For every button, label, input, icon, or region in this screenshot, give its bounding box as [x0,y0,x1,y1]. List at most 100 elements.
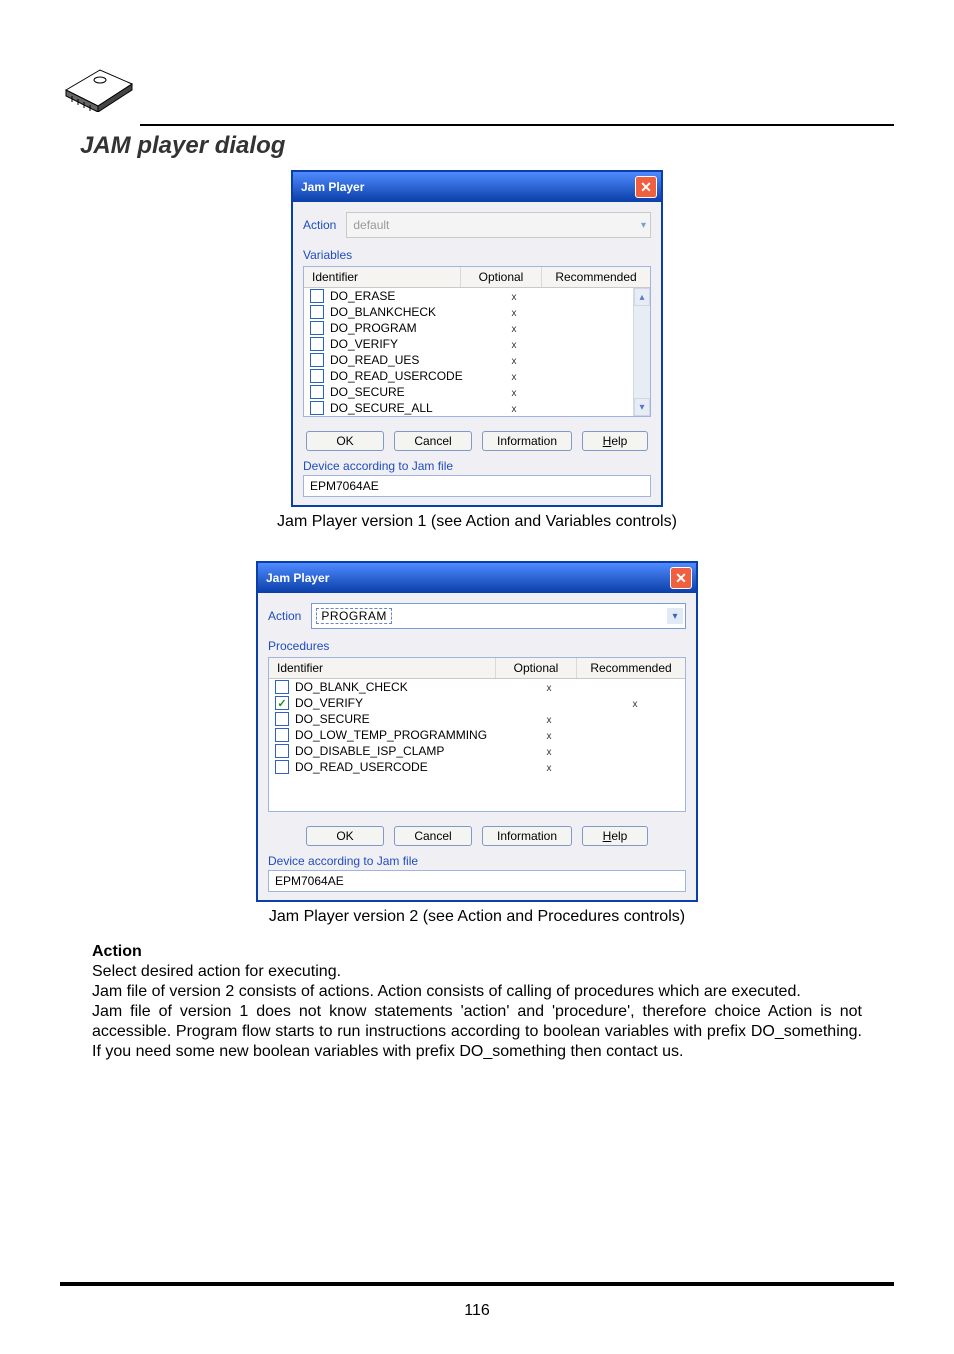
action-label: Action [268,609,301,623]
optional-mark: x [547,715,552,726]
list-item[interactable]: DO_BLANKCHECK x [304,304,650,320]
titlebar: Jam Player ✕ [258,563,696,593]
window-title: Jam Player [266,571,329,585]
optional-mark: x [547,747,552,758]
information-button[interactable]: Information [482,826,572,846]
close-icon: ✕ [675,570,687,587]
checkbox[interactable] [310,385,324,399]
identifier-text: DO_READ_USERCODE [330,369,463,383]
optional-mark: x [512,340,517,351]
list-item[interactable]: DO_SECUREx [304,384,650,400]
paragraph: Jam file of version 2 consists of action… [92,982,862,1002]
chip-icon [60,60,894,120]
list-header: Identifier Optional Recommended [304,267,650,288]
window-title: Jam Player [301,180,364,194]
device-field: EPM7064AE [268,870,686,892]
ok-button[interactable]: OK [306,431,384,451]
col-optional[interactable]: Optional [461,267,542,287]
close-icon: ✕ [640,179,652,196]
paragraph: Select desired action for executing. [92,962,862,982]
checkbox[interactable] [275,728,289,742]
identifier-text: DO_LOW_TEMP_PROGRAMMING [295,728,487,742]
close-button[interactable]: ✕ [670,567,692,589]
close-button[interactable]: ✕ [635,176,657,198]
scroll-thumb[interactable] [634,306,650,398]
procedures-label: Procedures [268,639,686,653]
list-item-empty [269,793,685,811]
checkbox[interactable] [310,401,324,415]
recommended-mark: x [633,699,638,710]
col-identifier[interactable]: Identifier [269,658,496,678]
identifier-text: DO_READ_UES [330,353,419,367]
identifier-text: DO_BLANK_CHECK [295,680,408,694]
checkbox[interactable] [275,712,289,726]
checkbox[interactable] [275,744,289,758]
help-button[interactable]: Help [582,431,648,451]
list-item[interactable]: DO_READ_UES x [304,352,650,368]
identifier-text: DO_PROGRAM [330,321,417,335]
optional-mark: x [547,683,552,694]
col-recommended[interactable]: Recommended [542,267,650,287]
optional-mark: x [547,731,552,742]
checkbox[interactable] [310,305,324,319]
identifier-text: DO_DISABLE_ISP_CLAMP [295,744,444,758]
checkbox[interactable] [310,337,324,351]
variables-listbox[interactable]: Identifier Optional Recommended DO_ERASE… [303,266,651,417]
scroll-up-button[interactable]: ▴ [634,288,650,306]
divider [140,124,894,126]
optional-mark: x [512,308,517,319]
help-button[interactable]: Help [582,826,648,846]
checkbox[interactable] [275,680,289,694]
checkbox[interactable] [310,353,324,367]
list-item[interactable]: DO_SECURE_ALLx [304,400,650,416]
chevron-down-icon: ▾ [641,220,646,231]
optional-mark: x [512,292,517,303]
identifier-text: DO_SECURE_ALL [330,401,433,415]
device-label: Device according to Jam file [303,459,651,473]
titlebar: Jam Player ✕ [293,172,661,202]
optional-mark: x [512,372,517,383]
identifier-text: DO_VERIFY [330,337,398,351]
chevron-down-icon[interactable]: ▾ [667,608,683,624]
cancel-button[interactable]: Cancel [394,431,472,451]
list-item[interactable]: DO_SECUREx [269,711,685,727]
scroll-down-button[interactable]: ▾ [634,398,650,416]
information-button[interactable]: Information [482,431,572,451]
checkbox[interactable] [275,696,289,710]
ok-button[interactable]: OK [306,826,384,846]
checkbox[interactable] [275,760,289,774]
paragraph: Jam file of version 1 does not know stat… [92,1002,862,1062]
list-item[interactable]: DO_ERASEx [304,288,650,304]
list-item[interactable]: DO_PROGRAM x [304,320,650,336]
action-label: Action [303,218,336,232]
list-item[interactable]: DO_BLANK_CHECK x [269,679,685,695]
list-item-empty [269,775,685,793]
optional-mark: x [512,356,517,367]
list-item[interactable]: DO_DISABLE_ISP_CLAMP x [269,743,685,759]
action-dropdown: default ▾ [346,212,651,238]
col-identifier[interactable]: Identifier [304,267,461,287]
action-heading: Action [92,942,862,962]
checkbox[interactable] [310,321,324,335]
caption-v1: Jam Player version 1 (see Action and Var… [60,513,894,531]
list-item[interactable]: DO_VERIFYx [269,695,685,711]
col-recommended[interactable]: Recommended [577,658,685,678]
scrollbar[interactable]: ▴ ▾ [633,288,650,416]
identifier-text: DO_SECURE [330,385,405,399]
checkbox[interactable] [310,369,324,383]
device-label: Device according to Jam file [268,854,686,868]
device-field: EPM7064AE [303,475,651,497]
list-item[interactable]: DO_VERIFY x [304,336,650,352]
identifier-text: DO_BLANKCHECK [330,305,436,319]
optional-mark: x [512,324,517,335]
variables-label: Variables [303,248,651,262]
list-item[interactable]: DO_READ_USERCODEx [269,759,685,775]
checkbox[interactable] [310,289,324,303]
section-title: JAM player dialog [80,132,894,160]
list-item[interactable]: DO_LOW_TEMP_PROGRAMMING x [269,727,685,743]
cancel-button[interactable]: Cancel [394,826,472,846]
action-dropdown[interactable]: PROGRAM ▾ [311,603,686,629]
procedures-listbox[interactable]: Identifier Optional Recommended DO_BLANK… [268,657,686,812]
list-item[interactable]: DO_READ_USERCODE x [304,368,650,384]
col-optional[interactable]: Optional [496,658,577,678]
